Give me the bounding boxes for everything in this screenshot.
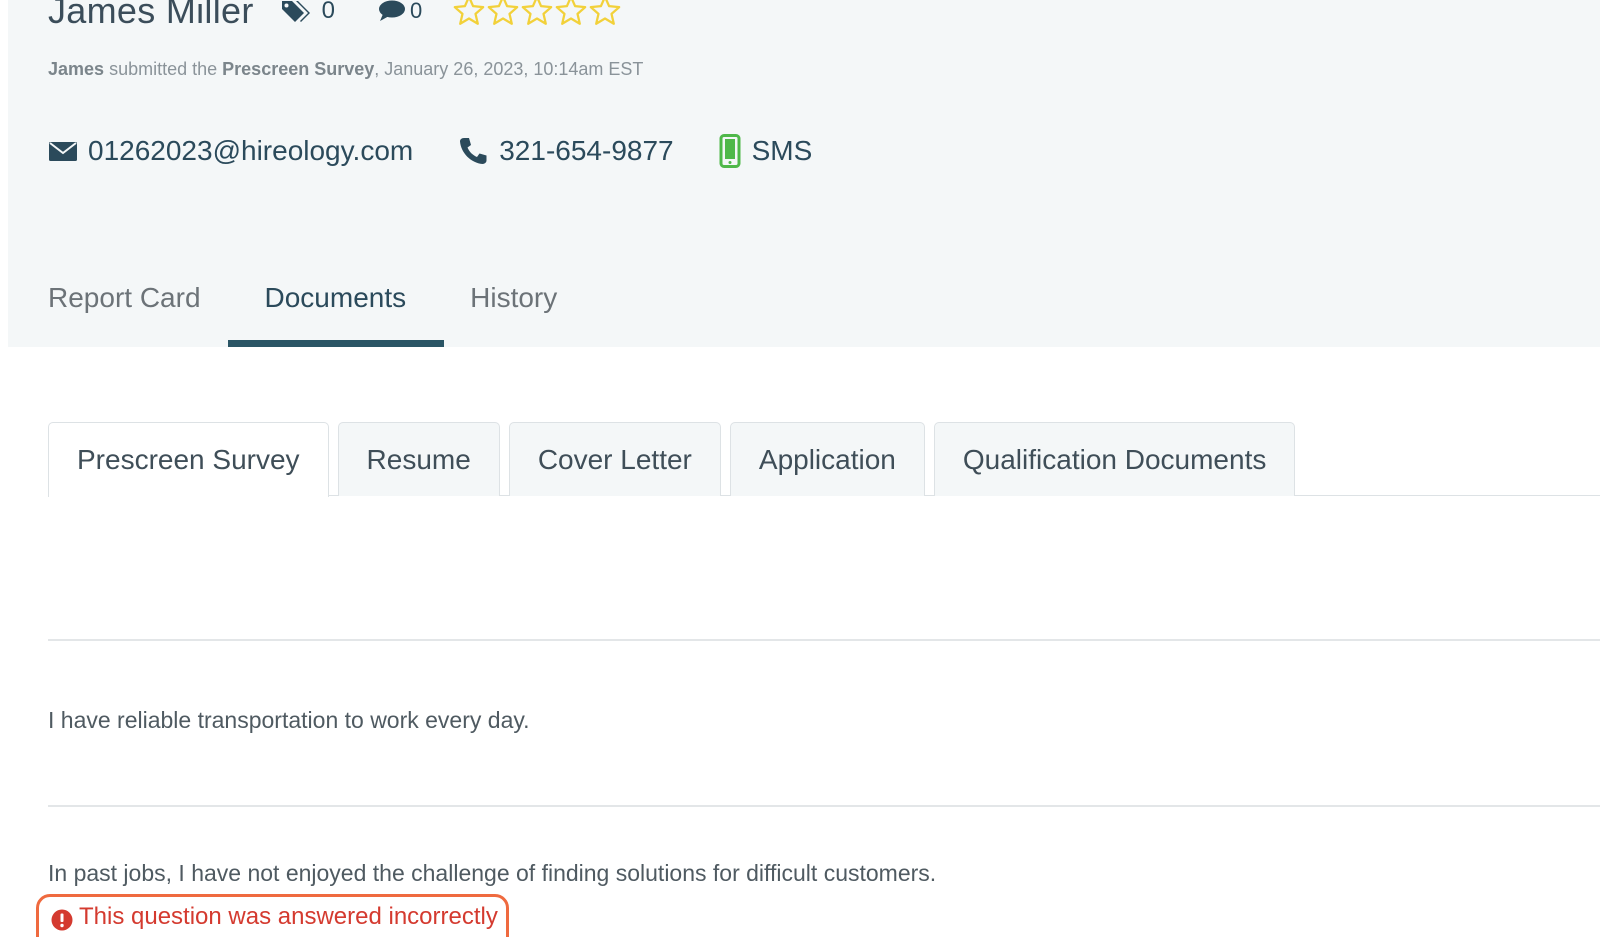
email-link[interactable]: 01262023@hireology.com [48, 135, 413, 167]
survey-question: In past jobs, I have not enjoyed the cha… [48, 860, 937, 886]
email-address: 01262023@hireology.com [88, 135, 414, 166]
divider [48, 639, 1600, 641]
error-message: This question was answered incorrectly [79, 903, 498, 930]
document-tabs: Prescreen Survey Resume Cover Letter App… [48, 422, 1600, 497]
submitter-name: James [48, 59, 105, 79]
submission-info: James submitted the Prescreen Survey, Ja… [48, 59, 643, 80]
exclamation-circle-icon [51, 909, 73, 931]
incorrect-answer-alert: This question was answered incorrectly [36, 894, 509, 937]
tag-count: 0 [321, 0, 335, 24]
comments-button[interactable]: 0 [377, 0, 422, 24]
comment-count: 0 [410, 0, 423, 23]
contact-info: 01262023@hireology.com 321-654-9877 SMS [48, 134, 856, 168]
phone-number: 321-654-9877 [499, 135, 674, 166]
doc-tab-qualification-documents[interactable]: Qualification Documents [933, 422, 1296, 496]
submission-verb: submitted the [109, 59, 218, 79]
candidate-name-row: James Miller 0 0 [48, 0, 622, 36]
sms-button[interactable]: SMS [718, 134, 813, 168]
star-icon[interactable] [452, 0, 486, 28]
star-icon[interactable] [554, 0, 588, 28]
envelope-icon [49, 142, 77, 161]
tags-icon [281, 1, 310, 22]
mobile-phone-icon [719, 134, 741, 168]
profile-tabs: Report Card Documents History [48, 272, 621, 347]
phone-icon [460, 138, 487, 164]
comment-icon [379, 0, 405, 21]
star-icon[interactable] [588, 0, 622, 28]
tags-button[interactable]: 0 [280, 0, 335, 25]
doc-tab-cover-letter[interactable]: Cover Letter [508, 422, 721, 496]
candidate-name: James Miller [48, 0, 254, 31]
phone-link[interactable]: 321-654-9877 [457, 135, 674, 167]
doc-tab-prescreen-survey[interactable]: Prescreen Survey [48, 422, 329, 497]
star-icon[interactable] [520, 0, 554, 28]
tab-history[interactable]: History [470, 282, 557, 347]
doc-tab-resume[interactable]: Resume [337, 422, 500, 496]
star-rating[interactable] [452, 0, 622, 28]
doc-tab-application[interactable]: Application [729, 422, 925, 496]
star-icon[interactable] [486, 0, 520, 28]
sms-label: SMS [751, 135, 813, 166]
divider [48, 805, 1600, 807]
tab-documents[interactable]: Documents [227, 282, 444, 347]
tab-report-card[interactable]: Report Card [48, 282, 201, 347]
submitted-form-name: Prescreen Survey [222, 59, 375, 79]
submission-timestamp: , January 26, 2023, 10:14am EST [374, 59, 644, 79]
survey-question: I have reliable transportation to work e… [48, 707, 530, 733]
